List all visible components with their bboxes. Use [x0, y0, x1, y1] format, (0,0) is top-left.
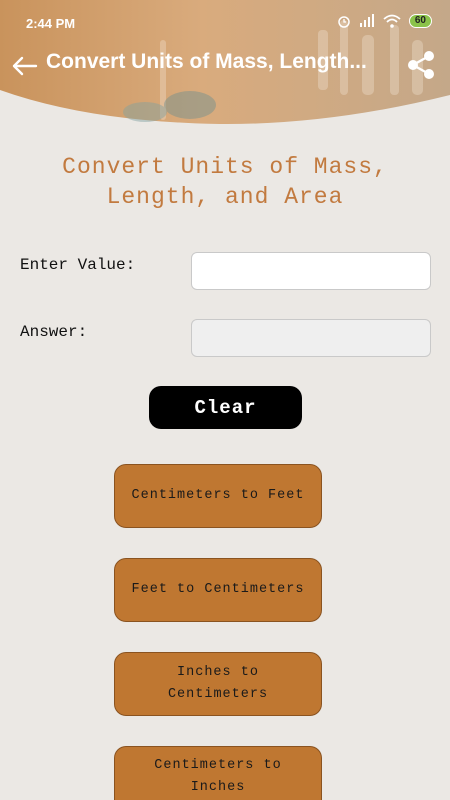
answer-field [191, 319, 431, 357]
back-arrow-icon[interactable] [8, 50, 40, 82]
cm-to-inches-button[interactable]: Centimeters to Inches [114, 746, 322, 800]
app-header: 2:44 PM 60 Convert Units of Mass, Length… [0, 0, 450, 125]
signal-icon [359, 14, 374, 27]
page-heading: Convert Units of Mass, Length, and Area [62, 154, 388, 210]
wifi-icon [383, 14, 401, 28]
inches-to-cm-button[interactable]: Inches to Centimeters [114, 652, 322, 716]
enter-value-label: Enter Value: [20, 256, 136, 274]
cm-to-feet-button[interactable]: Centimeters to Feet [114, 464, 322, 528]
status-icons: 60 [337, 14, 432, 28]
toolbar: Convert Units of Mass, Length... [0, 44, 450, 84]
status-bar: 2:44 PM 60 [0, 0, 450, 46]
answer-label: Answer: [20, 323, 88, 341]
value-input[interactable] [191, 252, 431, 290]
clear-button[interactable]: Clear [149, 386, 302, 429]
share-icon[interactable] [404, 48, 438, 82]
battery-indicator: 60 [408, 14, 432, 28]
feet-to-cm-button[interactable]: Feet to Centimeters [114, 558, 322, 622]
toolbar-title: Convert Units of Mass, Length... [46, 50, 367, 73]
status-time: 2:44 PM [26, 16, 76, 31]
alarm-icon [338, 16, 350, 28]
